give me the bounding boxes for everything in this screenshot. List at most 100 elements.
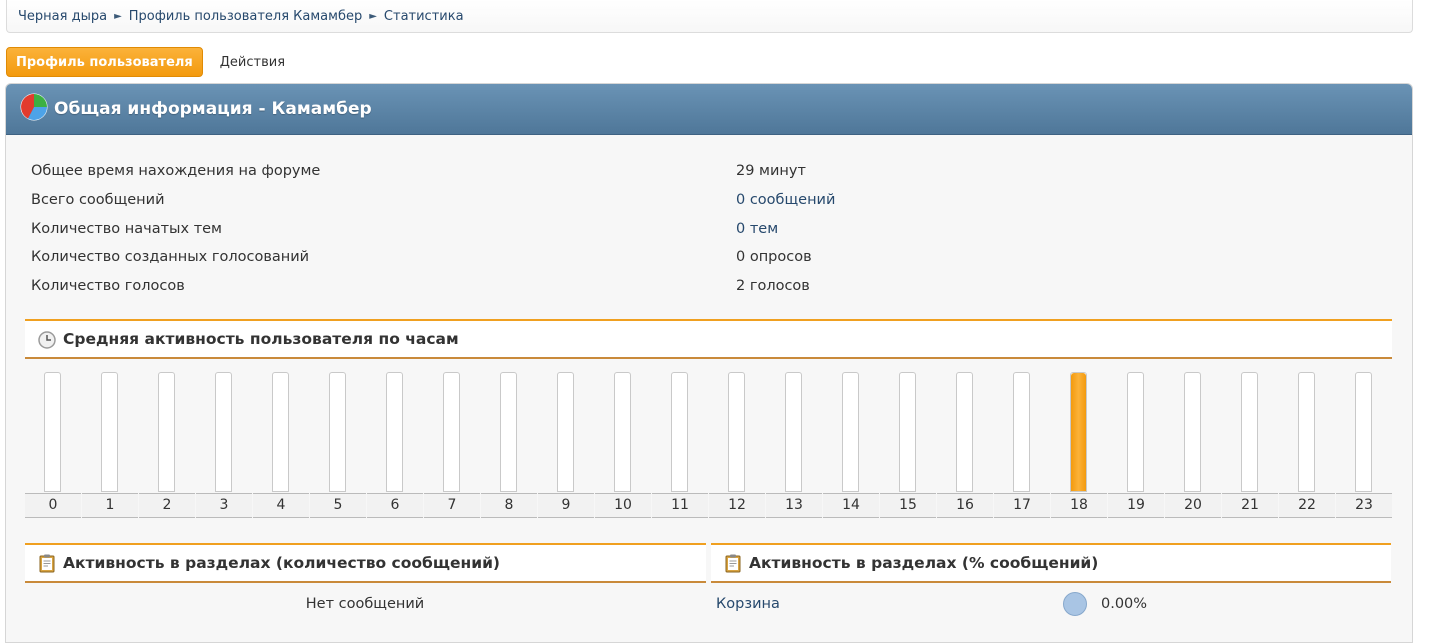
hour-bar — [1013, 372, 1030, 492]
hour-column: 19 — [1108, 372, 1165, 518]
hour-column: 2 — [139, 372, 196, 518]
hour-bar — [272, 372, 289, 492]
hourly-activity-chart: 0 1 2 3 4 5 6 7 8 9 10 11 12 13 14 15 16 17 18 19 20 21 22 23 — [25, 372, 1392, 518]
breadcrumb-separator-icon: ► — [369, 10, 377, 22]
breadcrumb: Черная дыра ► Профиль пользователя Камам… — [6, 0, 1413, 33]
stat-row-posts: Всего сообщений 0 сообщений — [31, 186, 1391, 215]
clipboard-icon — [725, 554, 741, 573]
hour-label: 22 — [1279, 493, 1335, 518]
hour-bar — [842, 372, 859, 492]
hour-label: 18 — [1051, 493, 1107, 518]
tab-actions[interactable]: Действия — [220, 55, 285, 70]
stat-label: Всего сообщений — [31, 192, 165, 209]
clock-icon — [38, 331, 56, 349]
stat-value-posts-link[interactable]: 0 сообщений — [736, 192, 835, 208]
hour-column: 11 — [652, 372, 709, 518]
hour-bar — [1070, 372, 1087, 492]
stat-row-time: Общее время нахождения на форуме 29 мину… — [31, 157, 1391, 186]
breadcrumb-item-forum[interactable]: Черная дыра — [18, 9, 107, 24]
hour-column: 4 — [253, 372, 310, 518]
hour-bar — [671, 372, 688, 492]
hour-bar — [44, 372, 61, 492]
hour-label: 3 — [196, 493, 252, 518]
stat-row-topics: Количество начатых тем 0 тем — [31, 214, 1391, 243]
hour-label: 17 — [994, 493, 1050, 518]
hour-column: 16 — [937, 372, 994, 518]
hour-bar — [899, 372, 916, 492]
hour-label: 9 — [538, 493, 594, 518]
hour-bar — [1127, 372, 1144, 492]
sections-count-header: Активность в разделах (количество сообще… — [25, 543, 706, 583]
hour-label: 6 — [367, 493, 423, 518]
panel-title: Общая информация - Камамбер — [54, 99, 372, 119]
hour-column: 9 — [538, 372, 595, 518]
forum-percent-value: 0.00% — [1101, 596, 1148, 612]
pie-chart-icon — [20, 93, 48, 121]
hour-bar — [1184, 372, 1201, 492]
stats-list: Общее время нахождения на форуме 29 мину… — [31, 157, 1391, 300]
hour-bar — [101, 372, 118, 492]
breadcrumb-item-profile[interactable]: Профиль пользователя Камамбер — [129, 9, 362, 24]
hour-bar — [728, 372, 745, 492]
hour-column: 14 — [823, 372, 880, 518]
hour-column: 12 — [709, 372, 766, 518]
stat-value: 2 голосов — [736, 278, 810, 295]
hour-label: 13 — [766, 493, 822, 518]
stat-value: 0 опросов — [736, 249, 812, 266]
sections-percent-title: Активность в разделах (% сообщений) — [749, 554, 1099, 572]
forum-percent-row: Корзина 0.00% — [716, 589, 1386, 619]
hour-label: 11 — [652, 493, 708, 518]
breadcrumb-separator-icon: ► — [114, 10, 122, 22]
hour-column: 17 — [994, 372, 1051, 518]
hour-bar — [557, 372, 574, 492]
forum-link[interactable]: Корзина — [716, 596, 1063, 612]
hour-bar — [1241, 372, 1258, 492]
stat-label: Количество начатых тем — [31, 220, 222, 237]
hour-label: 0 — [25, 493, 81, 518]
hour-label: 15 — [880, 493, 936, 518]
hour-label: 21 — [1222, 493, 1278, 518]
general-info-panel: Общая информация - Камамбер Общее время … — [5, 83, 1413, 643]
hourly-activity-title: Средняя активность пользователя по часам — [63, 330, 459, 348]
stat-row-votes: Количество голосов 2 голосов — [31, 272, 1391, 301]
hour-column: 0 — [25, 372, 82, 518]
hour-label: 23 — [1336, 493, 1392, 518]
breadcrumb-item-stats[interactable]: Статистика — [384, 9, 464, 24]
sections-percent-header: Активность в разделах (% сообщений) — [711, 543, 1391, 583]
tab-profile[interactable]: Профиль пользователя — [6, 47, 203, 77]
hour-bar — [1298, 372, 1315, 492]
forum-share-dot — [1063, 592, 1087, 616]
hour-label: 5 — [310, 493, 366, 518]
hour-label: 19 — [1108, 493, 1164, 518]
hour-column: 15 — [880, 372, 937, 518]
stat-value: 29 минут — [736, 163, 806, 180]
panel-header: Общая информация - Камамбер — [6, 84, 1412, 135]
hour-bar — [386, 372, 403, 492]
hour-bar — [443, 372, 460, 492]
hour-column: 21 — [1222, 372, 1279, 518]
hour-label: 12 — [709, 493, 765, 518]
hour-column: 5 — [310, 372, 367, 518]
hour-bar — [158, 372, 175, 492]
hour-column: 18 — [1051, 372, 1108, 518]
hourly-activity-header: Средняя активность пользователя по часам — [25, 319, 1392, 359]
hour-label: 14 — [823, 493, 879, 518]
hour-bar — [329, 372, 346, 492]
hour-label: 16 — [937, 493, 993, 518]
hour-label: 4 — [253, 493, 309, 518]
stat-value-topics-link[interactable]: 0 тем — [736, 221, 778, 237]
hour-column: 1 — [82, 372, 139, 518]
stat-label: Общее время нахождения на форуме — [31, 163, 321, 180]
sections-count-title: Активность в разделах (количество сообще… — [63, 554, 501, 572]
hour-column: 13 — [766, 372, 823, 518]
hour-column: 7 — [424, 372, 481, 518]
hour-label: 8 — [481, 493, 537, 518]
hour-label: 2 — [139, 493, 195, 518]
stat-label: Количество созданных голосований — [31, 249, 310, 266]
hour-bar — [785, 372, 802, 492]
hour-label: 1 — [82, 493, 138, 518]
hour-label: 7 — [424, 493, 480, 518]
hour-column: 20 — [1165, 372, 1222, 518]
hour-bar — [614, 372, 631, 492]
hour-column: 23 — [1336, 372, 1393, 518]
